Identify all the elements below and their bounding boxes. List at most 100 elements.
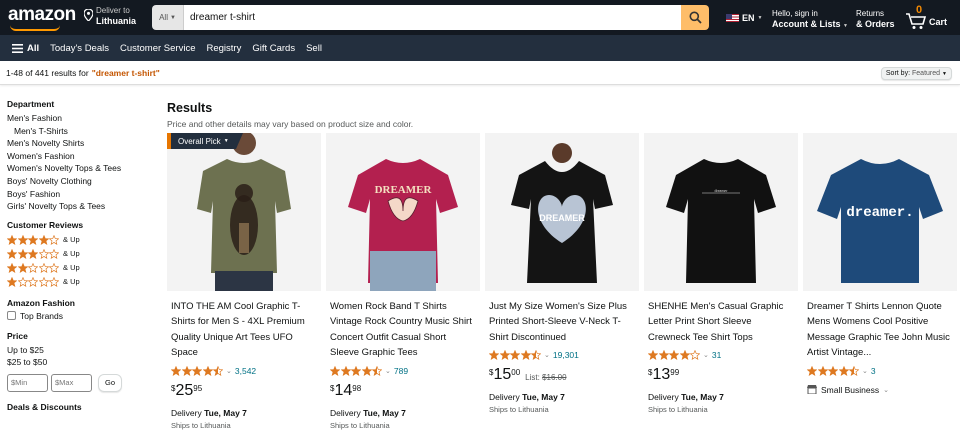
review-filter-4-stars[interactable]: & Up <box>7 233 157 247</box>
chevron-down-icon[interactable]: ⌄ <box>862 367 868 375</box>
product-price[interactable]: $13 99 <box>644 366 798 388</box>
svg-text:dreamer.: dreamer. <box>846 205 913 221</box>
price-range-link[interactable]: Up to $25 <box>7 344 157 357</box>
price-range-link[interactable]: $25 to $50 <box>7 356 157 369</box>
product-image-box[interactable]: DREAMER <box>326 133 480 291</box>
filter-sidebar: Department Men's Fashion Men's T-Shirts … <box>7 99 157 415</box>
department-link[interactable]: Girls' Novelty Tops & Tees <box>7 200 157 213</box>
deliver-to-location[interactable]: Deliver to Lithuania <box>83 6 136 26</box>
product-image-box[interactable]: dreamer. <box>803 133 957 291</box>
results-query: "dreamer t-shirt" <box>91 67 160 78</box>
star-rating-icon[interactable] <box>648 350 700 361</box>
review-count[interactable]: 789 <box>394 366 408 376</box>
search-submit-button[interactable] <box>681 5 709 30</box>
chevron-down-icon[interactable]: ⌄ <box>385 367 391 375</box>
product-title[interactable]: Just My Size Women's Size Plus Printed S… <box>485 299 639 345</box>
chevron-down-icon[interactable]: ⌄ <box>703 351 709 359</box>
product-image[interactable]: DREAMER <box>485 133 639 291</box>
all-menu-button[interactable]: All <box>12 43 39 54</box>
max-price-input[interactable]: $Max <box>51 373 92 392</box>
overall-pick-badge[interactable]: Overall Pick ▼ <box>167 133 243 149</box>
product-card: DREAMER Just My Size Women's Size Plus Pr… <box>485 133 639 430</box>
product-price[interactable]: $14 98 <box>326 382 480 404</box>
star-rating-icon[interactable] <box>171 365 223 376</box>
review-filter-1-stars[interactable]: & Up <box>7 275 157 289</box>
product-title[interactable]: SHENHE Men's Casual Graphic Letter Print… <box>644 299 798 345</box>
review-filter-3-stars[interactable]: & Up <box>7 247 157 261</box>
price-fraction: 00 <box>511 368 521 378</box>
nav-gift-cards[interactable]: Gift Cards <box>252 43 295 54</box>
product-image[interactable] <box>167 133 321 291</box>
language-selector[interactable]: EN ▼ <box>726 13 762 23</box>
sort-label: Sort by: <box>885 70 911 77</box>
product-price[interactable]: $25 95 <box>167 382 321 404</box>
price-whole: 15 <box>493 366 512 384</box>
product-title[interactable]: Women Rock Band T Shirts Vintage Rock Co… <box>326 299 480 361</box>
product-image[interactable]: DREAMER <box>326 133 480 291</box>
cart-icon <box>906 13 927 29</box>
price-whole: 14 <box>334 381 353 399</box>
chevron-down-icon[interactable]: ⌄ <box>226 367 232 375</box>
review-filter-label: & Up <box>63 235 80 245</box>
department-heading: Department <box>7 99 55 109</box>
sort-dropdown[interactable]: Sort by: Featured ▼ <box>880 67 952 80</box>
department-link[interactable]: Men's Fashion <box>7 112 157 125</box>
department-link[interactable]: Women's Fashion <box>7 150 157 163</box>
small-business-badge[interactable]: Small Business ⌄ <box>803 385 957 395</box>
department-link[interactable]: Men's T-Shirts <box>7 125 157 138</box>
review-count[interactable]: 31 <box>712 350 721 360</box>
search-input[interactable] <box>184 5 681 30</box>
department-link[interactable]: Women's Novelty Tops & Tees <box>7 162 157 175</box>
svg-text:dreamer: dreamer <box>714 188 728 193</box>
star-rating-icon <box>7 248 59 259</box>
review-count[interactable]: 3 <box>871 366 876 376</box>
list-price: List: $16.00 <box>525 373 567 383</box>
us-flag-icon <box>726 14 739 22</box>
product-image[interactable]: dreamer <box>644 133 798 291</box>
price-fraction: 99 <box>670 368 680 378</box>
star-rating-icon <box>7 234 59 245</box>
deliver-to-country: Lithuania <box>96 16 136 26</box>
language-label: EN <box>742 13 755 23</box>
price-go-button[interactable]: Go <box>98 373 122 392</box>
product-card: dreamer. Dreamer T Shirts Lennon Quote Me… <box>803 133 957 430</box>
top-brands-checkbox[interactable] <box>7 311 16 321</box>
product-title[interactable]: Dreamer T Shirts Lennon Quote Mens Women… <box>803 299 957 361</box>
department-link[interactable]: Men's Novelty Shirts <box>7 137 157 150</box>
search-category-dropdown[interactable]: All ▼ <box>152 5 184 30</box>
nav-registry[interactable]: Registry <box>206 43 241 54</box>
amazon-fashion-heading: Amazon Fashion <box>7 297 76 308</box>
location-pin-icon <box>83 7 94 24</box>
deliver-to-label: Deliver to <box>96 6 130 15</box>
review-count[interactable]: 19,301 <box>553 350 579 360</box>
product-card: DREAMER Women Rock Band T Shirts Vintage … <box>326 133 480 430</box>
amazon-logo[interactable]: amazon <box>8 4 76 26</box>
min-price-input[interactable]: $Min <box>7 373 48 392</box>
product-title[interactable]: INTO THE AM Cool Graphic T-Shirts for Me… <box>167 299 321 361</box>
account-lists-menu[interactable]: Hello, sign in Account & Lists ▼ <box>772 8 848 32</box>
nav-sell[interactable]: Sell <box>306 43 322 54</box>
results-info-bar: 1-48 of 441 results for "dreamer t-shirt… <box>0 61 960 85</box>
returns-orders-link[interactable]: Returns & Orders <box>856 8 895 30</box>
department-link[interactable]: Boys' Novelty Clothing <box>7 175 157 188</box>
nav-todays-deals[interactable]: Today's Deals <box>50 43 109 54</box>
star-rating-icon[interactable] <box>489 350 541 361</box>
delivery-info: Delivery Tue, May 7 <box>489 392 565 403</box>
department-link[interactable]: Boys' Fashion <box>7 188 157 201</box>
price-heading: Price <box>7 330 28 341</box>
star-rating-icon[interactable] <box>807 365 859 376</box>
product-image-box[interactable]: dreamer <box>644 133 798 291</box>
review-filter-2-stars[interactable]: & Up <box>7 261 157 275</box>
chevron-down-icon[interactable]: ⌄ <box>544 351 550 359</box>
review-filter-label: & Up <box>63 249 80 259</box>
nav-customer-service[interactable]: Customer Service <box>120 43 196 54</box>
top-brands-filter[interactable]: Top Brands <box>7 311 157 321</box>
product-image-box[interactable]: DREAMER <box>485 133 639 291</box>
product-image-box[interactable]: Overall Pick ▼ <box>167 133 321 291</box>
review-count[interactable]: 3,542 <box>235 366 256 376</box>
cart-button[interactable]: 0 Cart <box>905 4 955 32</box>
product-image[interactable]: dreamer. <box>803 133 957 291</box>
amazon-logo-smile <box>10 25 60 31</box>
product-price[interactable]: $15 00 List: $16.00 <box>485 366 639 388</box>
star-rating-icon[interactable] <box>330 365 382 376</box>
